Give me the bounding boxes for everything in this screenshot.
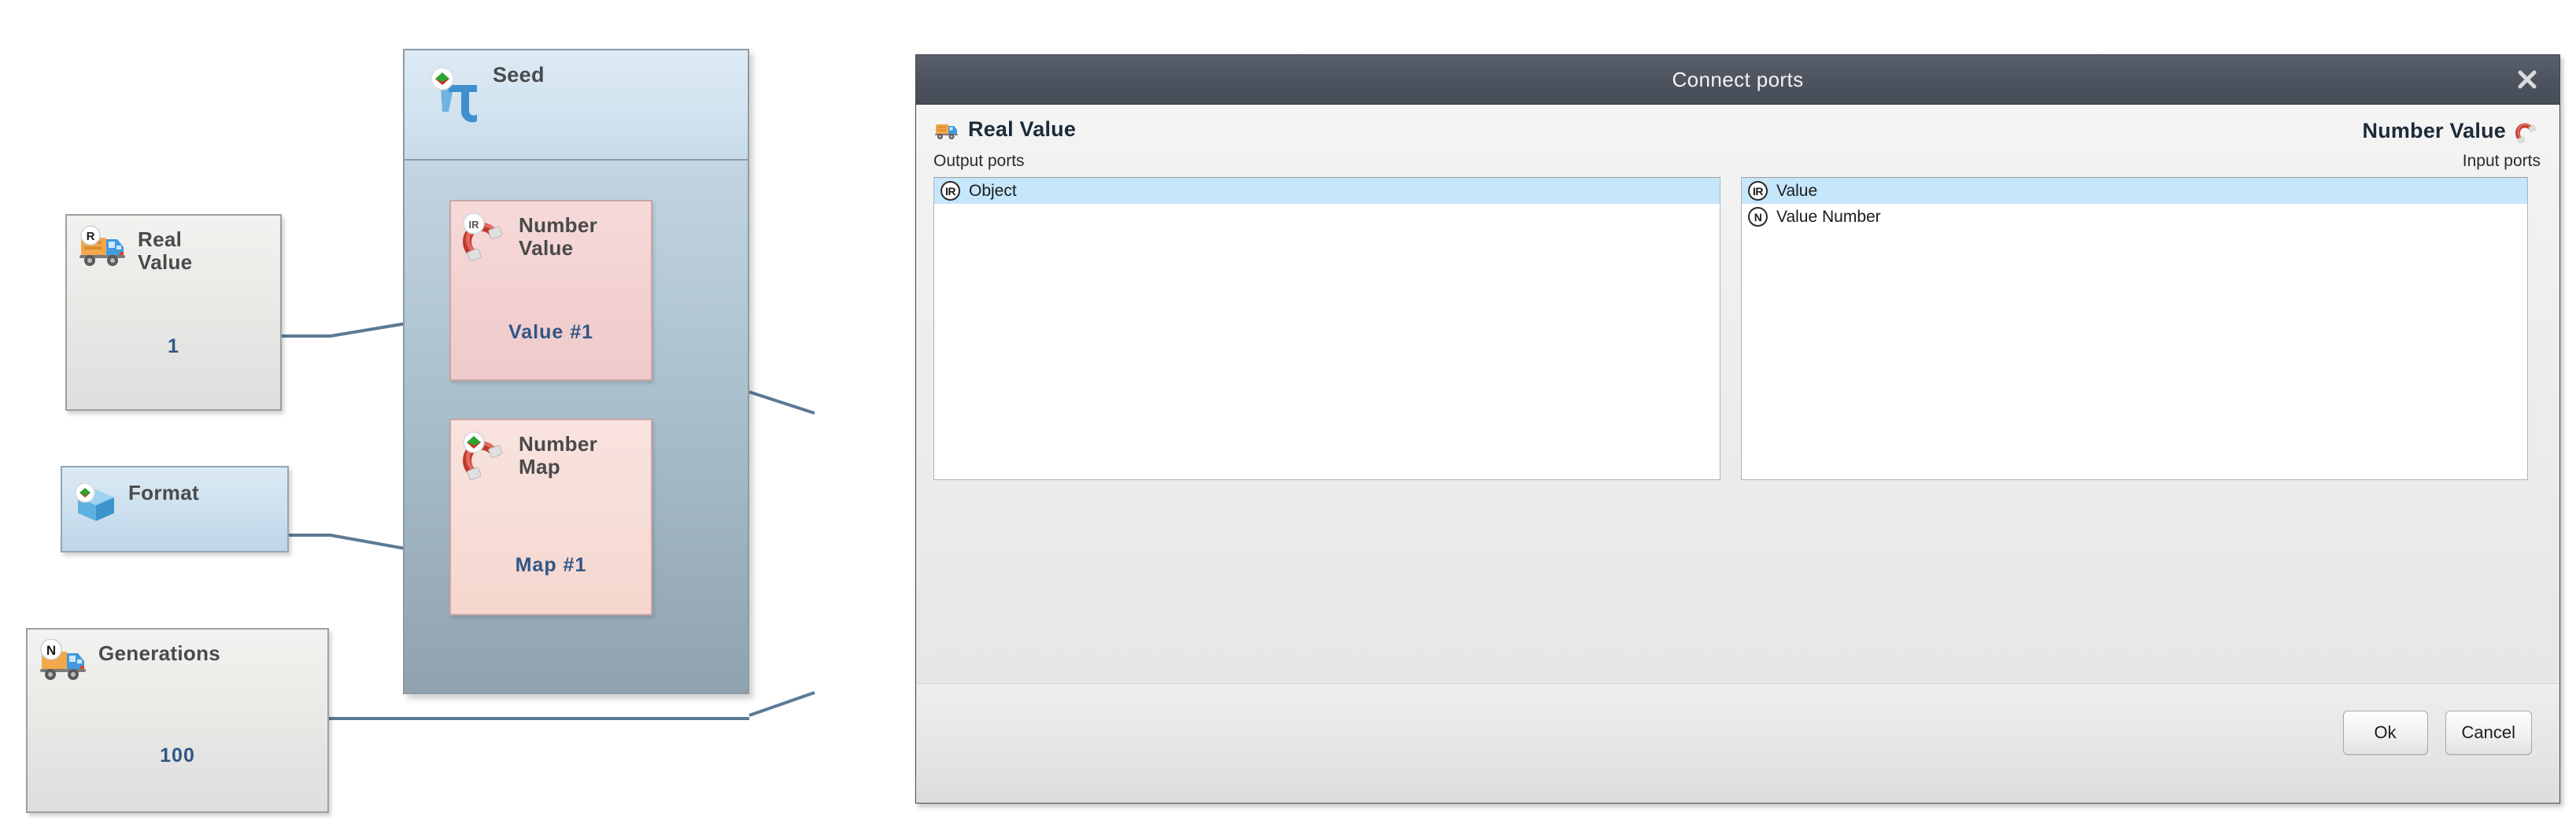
node-number-value[interactable]: IR Number Value Value #1 bbox=[449, 200, 652, 381]
pi-icon bbox=[425, 61, 483, 124]
truck-r-icon: R bbox=[76, 225, 130, 269]
svg-text:R: R bbox=[87, 230, 95, 243]
footer-button-group: Ok Cancel bbox=[2342, 711, 2532, 755]
port-badge-icon: IR bbox=[1748, 181, 1768, 201]
ok-button[interactable]: Ok bbox=[2342, 711, 2428, 755]
seed-title: Seed bbox=[493, 63, 545, 87]
source-node-header: Real Value bbox=[933, 117, 1076, 142]
node-header: Number Map bbox=[451, 420, 651, 482]
node-format[interactable]: Format bbox=[61, 466, 289, 552]
magnet-icon bbox=[2514, 117, 2541, 144]
node-header: N Generations bbox=[28, 630, 327, 683]
target-node-header: Number Value bbox=[2363, 117, 2541, 144]
source-node-name: Real Value bbox=[968, 117, 1077, 141]
list-item-label: Value bbox=[1776, 181, 1818, 200]
svg-text:N: N bbox=[46, 643, 56, 658]
input-ports-list[interactable]: IR Value N Value Number bbox=[1741, 177, 2528, 480]
output-ports-list[interactable]: IR Object bbox=[933, 177, 1720, 480]
node-seed-container[interactable]: Seed IR Number Value Value #1 Number Map… bbox=[403, 49, 749, 694]
dialog-titlebar[interactable]: Connect ports bbox=[916, 55, 2559, 105]
magnet-ir-icon: IR bbox=[460, 211, 511, 263]
seed-header: Seed bbox=[405, 50, 748, 161]
node-real-value[interactable]: R Real Value 1 bbox=[65, 214, 282, 411]
node-header: Format bbox=[62, 467, 287, 527]
node-value: 100 bbox=[160, 744, 195, 767]
node-title: Number Value bbox=[519, 213, 598, 260]
node-title: Format bbox=[128, 481, 199, 504]
svg-text:IR: IR bbox=[469, 219, 480, 231]
node-title: Real Value bbox=[138, 227, 193, 275]
node-value: Map #1 bbox=[515, 554, 587, 576]
truck-n-icon: N bbox=[37, 639, 91, 683]
node-value: 1 bbox=[168, 335, 179, 357]
list-item-label: Value Number bbox=[1776, 207, 1881, 226]
list-item[interactable]: IR Value bbox=[1742, 178, 2527, 204]
node-generations[interactable]: N Generations 100 bbox=[26, 628, 329, 813]
truck-icon bbox=[933, 118, 960, 142]
node-header: R Real Value bbox=[67, 216, 280, 274]
dialog-title: Connect ports bbox=[1672, 67, 1804, 91]
node-header: IR Number Value bbox=[451, 201, 651, 263]
diagram-canvas: R Real Value 1 Format N Generations 100 … bbox=[0, 0, 866, 835]
port-badge-icon: N bbox=[1748, 207, 1768, 227]
blue-box-icon bbox=[72, 478, 120, 527]
input-ports-label: Input ports bbox=[2462, 152, 2541, 170]
connect-ports-dialog: Connect ports Real Value Output ports Nu… bbox=[915, 54, 2560, 804]
list-item[interactable]: IR Object bbox=[934, 178, 1720, 204]
magnet-map-icon bbox=[460, 430, 511, 482]
target-node-name: Number Value bbox=[2362, 118, 2506, 142]
port-badge-icon: IR bbox=[941, 181, 960, 201]
list-item-label: Object bbox=[969, 181, 1017, 200]
node-number-map[interactable]: Number Map Map #1 bbox=[449, 419, 652, 615]
node-title: Number Map bbox=[519, 432, 598, 479]
cancel-button[interactable]: Cancel bbox=[2445, 711, 2532, 755]
close-icon[interactable] bbox=[2512, 65, 2542, 94]
node-title: Generations bbox=[98, 641, 221, 665]
output-ports-label: Output ports bbox=[933, 152, 1025, 170]
dialog-footer: Ok Cancel bbox=[917, 683, 2559, 802]
list-item[interactable]: N Value Number bbox=[1742, 204, 2527, 230]
node-value: Value #1 bbox=[508, 321, 594, 343]
dialog-body: Real Value Output ports Number Value Inp… bbox=[916, 105, 2559, 803]
